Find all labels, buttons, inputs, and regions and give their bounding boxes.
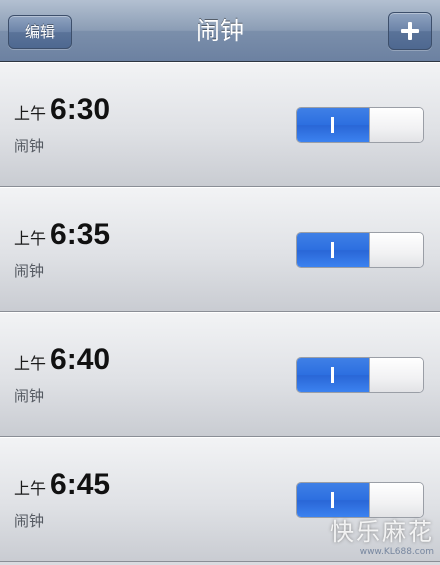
alarm-time-line: 上午 6:35 [14,218,110,252]
alarm-time-line: 上午 6:45 [14,468,110,502]
alarm-time-line: 上午 6:40 [14,343,110,377]
toggle-on-track [297,358,371,392]
alarm-row[interactable]: 上午 6:30 闹钟 [0,62,440,187]
alarm-period: 上午 [14,229,47,248]
toggle-on-mark-icon [331,367,334,383]
alarm-toggle[interactable] [296,357,424,393]
alarm-label: 闹钟 [14,387,45,405]
toggle-knob[interactable] [369,108,423,142]
alarm-toggle[interactable] [296,232,424,268]
watermark-text: 快乐麻花 [330,518,434,546]
alarm-time: 6:45 [50,468,111,501]
alarm-time-line: 上午 6:30 [14,93,110,127]
toggle-on-mark-icon [331,117,334,133]
alarm-row[interactable]: 上午 6:40 闹钟 [0,312,440,437]
toggle-knob[interactable] [369,233,423,267]
plus-icon [401,22,419,40]
alarm-label: 闹钟 [14,512,45,530]
alarm-label: 闹钟 [14,262,45,280]
alarm-row[interactable]: 上午 6:35 闹钟 [0,187,440,312]
alarm-time: 6:30 [50,93,111,126]
alarm-period: 上午 [14,354,47,373]
alarm-screen: 闹钟 编辑 上午 6:30 闹钟 上午 6:35 闹钟 上午 6:40 闹钟 上… [0,0,440,565]
alarm-period: 上午 [14,479,47,498]
alarm-label: 闹钟 [14,137,45,155]
toggle-on-track [297,108,371,142]
alarm-time: 6:40 [50,343,111,376]
alarm-toggle[interactable] [296,107,424,143]
add-alarm-button[interactable] [388,12,432,50]
toggle-on-mark-icon [331,242,334,258]
watermark: 快乐麻花 www.KL688.com [330,512,434,557]
edit-button[interactable]: 编辑 [8,15,72,49]
toggle-on-mark-icon [331,492,334,508]
alarm-list: 上午 6:30 闹钟 上午 6:35 闹钟 上午 6:40 闹钟 上午 6:45… [0,62,440,562]
alarm-time: 6:35 [50,218,111,251]
toggle-on-track [297,233,371,267]
toggle-knob[interactable] [369,358,423,392]
watermark-url: www.KL688.com [359,547,434,557]
navigation-bar: 闹钟 编辑 [0,0,440,62]
alarm-period: 上午 [14,104,47,123]
